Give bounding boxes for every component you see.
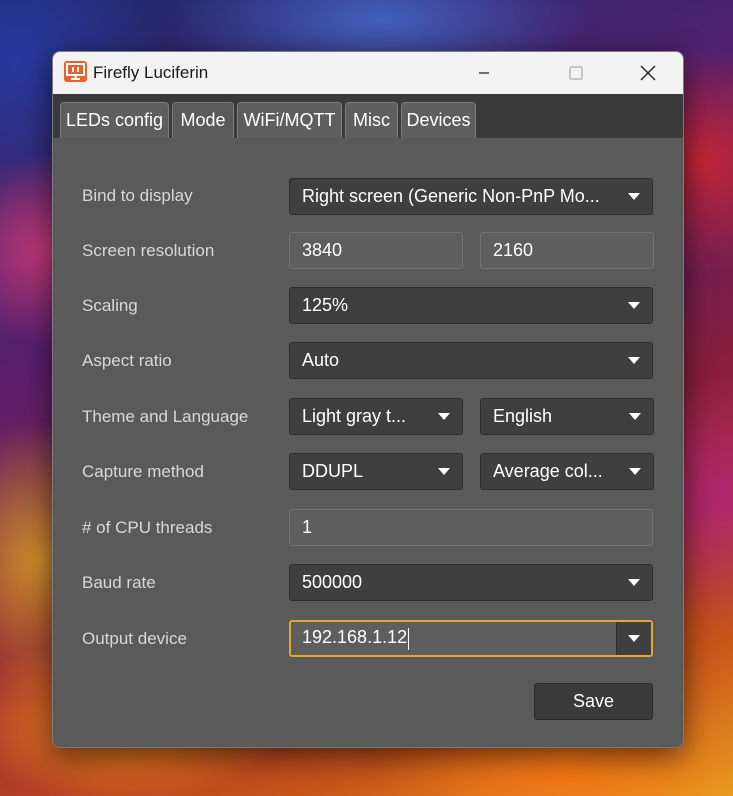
- baud-rate-label: Baud rate: [82, 573, 156, 592]
- tab-bar: LEDs config Mode WiFi/MQTT Misc Devices: [53, 94, 683, 138]
- mode-panel: Bind to display Right screen (Generic No…: [53, 138, 683, 747]
- minimize-button[interactable]: [461, 52, 507, 94]
- capture-method-label: Capture method: [82, 462, 204, 481]
- color-mode-select[interactable]: Average col...: [480, 453, 654, 490]
- output-device-input[interactable]: 192.168.1.12: [302, 627, 651, 650]
- chevron-down-icon: [438, 468, 450, 475]
- title-bar[interactable]: Firefly Luciferin: [53, 52, 683, 94]
- cpu-threads-label: # of CPU threads: [82, 518, 213, 537]
- save-button[interactable]: Save: [534, 683, 653, 720]
- screen-width-input[interactable]: 3840: [289, 232, 463, 269]
- capture-method-select[interactable]: DDUPL: [289, 453, 463, 490]
- screen-height-input[interactable]: 2160: [480, 232, 654, 269]
- tab-devices[interactable]: Devices: [401, 102, 476, 138]
- tab-misc[interactable]: Misc: [345, 102, 398, 138]
- tab-leds-config[interactable]: LEDs config: [60, 102, 169, 138]
- window-title: Firefly Luciferin: [93, 63, 209, 82]
- app-window: Firefly Luciferin LEDs config Mode WiFi/…: [52, 51, 684, 748]
- theme-language-label: Theme and Language: [82, 407, 249, 426]
- minimize-icon: [479, 72, 489, 74]
- bind-display-select[interactable]: Right screen (Generic Non-PnP Mo...: [289, 178, 653, 215]
- screen-resolution-label: Screen resolution: [82, 241, 215, 260]
- aspect-ratio-label: Aspect ratio: [82, 351, 172, 370]
- tab-mode[interactable]: Mode: [172, 102, 234, 138]
- scaling-label: Scaling: [82, 296, 138, 315]
- chevron-down-icon: [628, 357, 640, 364]
- chevron-down-icon: [628, 579, 640, 586]
- app-logo-icon: [64, 61, 87, 82]
- chevron-down-icon: [628, 193, 640, 200]
- maximize-button[interactable]: [553, 52, 599, 94]
- output-device-combobox[interactable]: 192.168.1.12: [289, 620, 653, 657]
- aspect-ratio-select[interactable]: Auto: [289, 342, 653, 379]
- cpu-threads-input[interactable]: 1: [289, 509, 653, 546]
- chevron-down-icon: [629, 468, 641, 475]
- maximize-icon: [569, 66, 583, 80]
- output-device-label: Output device: [82, 629, 187, 648]
- theme-select[interactable]: Light gray t...: [289, 398, 463, 435]
- tab-wifi-mqtt[interactable]: WiFi/MQTT: [237, 102, 342, 138]
- chevron-down-icon: [629, 413, 641, 420]
- output-device-dropdown-button[interactable]: [616, 622, 651, 655]
- baud-rate-select[interactable]: 500000: [289, 564, 653, 601]
- close-icon: [640, 65, 656, 81]
- chevron-down-icon: [628, 635, 640, 642]
- chevron-down-icon: [628, 302, 640, 309]
- scaling-select[interactable]: 125%: [289, 287, 653, 324]
- chevron-down-icon: [438, 413, 450, 420]
- text-cursor: [408, 627, 410, 650]
- bind-display-label: Bind to display: [82, 186, 193, 205]
- close-button[interactable]: [625, 52, 671, 94]
- language-select[interactable]: English: [480, 398, 654, 435]
